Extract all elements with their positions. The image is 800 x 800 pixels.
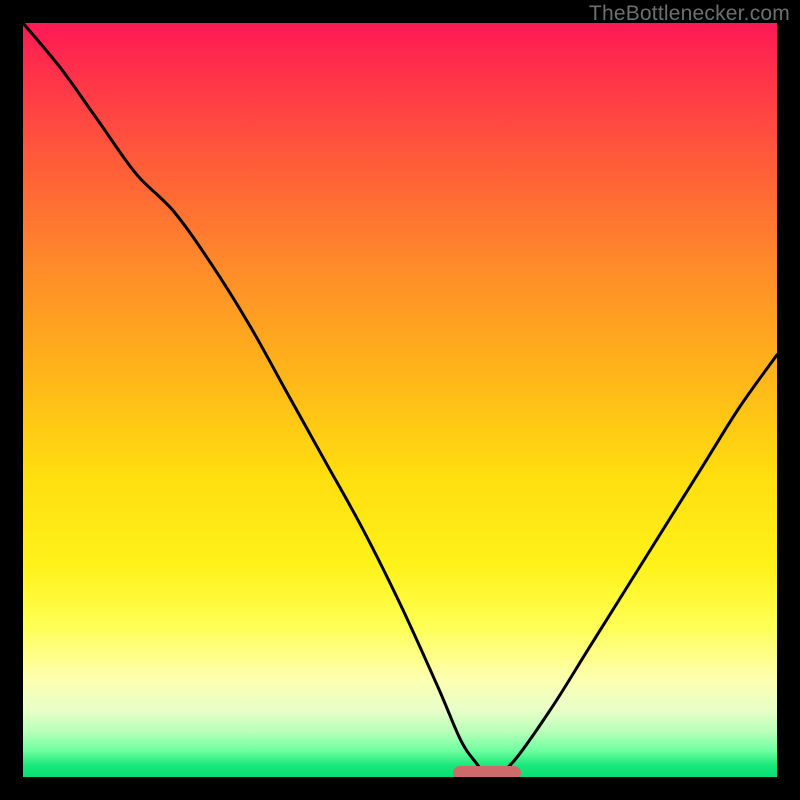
optimal-range-marker	[453, 766, 521, 777]
chart-stage: TheBottlenecker.com	[0, 0, 800, 800]
gradient-background	[23, 23, 777, 777]
plot-area	[23, 23, 777, 777]
